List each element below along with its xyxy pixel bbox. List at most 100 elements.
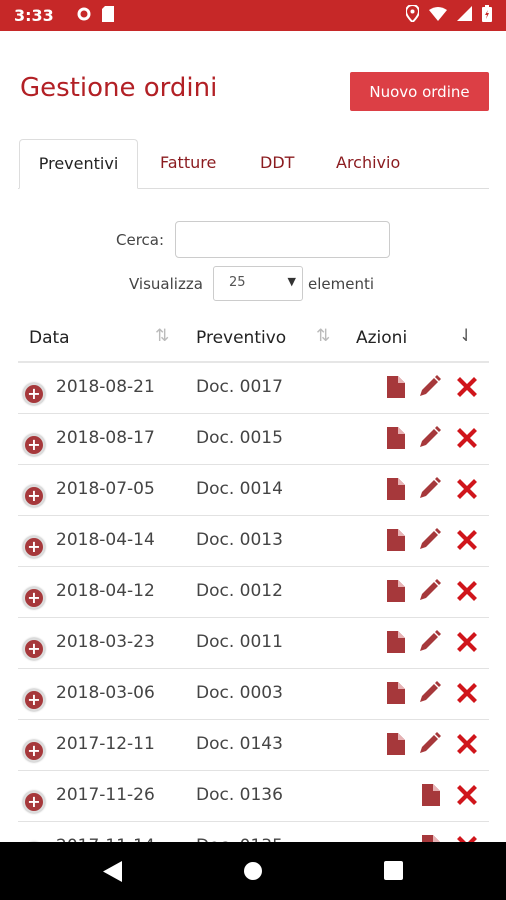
expand-row-icon[interactable]: +: [23, 638, 45, 660]
new-order-button[interactable]: Nuovo ordine: [350, 72, 489, 111]
status-bar: 3:33: [0, 0, 506, 31]
page-size-row: Visualizza 25 ▼ elementi: [0, 266, 506, 306]
dropdown-arrow-icon: ▼: [287, 275, 296, 288]
row-document: Doc. 0013: [196, 530, 283, 550]
search-label: Cerca:: [116, 231, 165, 249]
table-row: +2017-12-11 Doc. 0143: [18, 720, 489, 771]
table-row: +2018-03-23 Doc. 0011: [18, 618, 489, 669]
edit-icon[interactable]: [419, 578, 442, 605]
row-document: Doc. 0017: [196, 377, 283, 397]
table-row: +2018-04-12 Doc. 0012: [18, 567, 489, 618]
search-row: Cerca:: [0, 221, 506, 261]
page-size-select[interactable]: 25 ▼: [213, 266, 303, 301]
table-row: +2018-04-14 Doc. 0013: [18, 516, 489, 567]
table-row: +2018-03-06 Doc. 0003: [18, 669, 489, 720]
table-row: +2018-08-21 Doc. 0017: [18, 363, 489, 414]
document-icon[interactable]: [387, 580, 405, 606]
status-time: 3:33: [14, 6, 54, 25]
settings-icon: [76, 6, 92, 26]
tab-archivio[interactable]: Archivio: [336, 139, 400, 189]
app-content: Gestione ordini Nuovo ordine Preventivi …: [0, 31, 506, 842]
delete-icon[interactable]: [457, 530, 477, 554]
tab-ddt[interactable]: DDT: [260, 139, 294, 189]
page-size-label: Visualizza: [129, 275, 203, 293]
edit-icon[interactable]: [419, 731, 442, 758]
row-document: Doc. 0143: [196, 734, 283, 754]
document-icon[interactable]: [387, 376, 405, 402]
table-row: +2018-07-05 Doc. 0014: [18, 465, 489, 516]
expand-row-icon[interactable]: +: [23, 434, 45, 456]
row-document: Doc. 0014: [196, 479, 283, 499]
delete-icon[interactable]: [457, 479, 477, 503]
location-icon: [404, 3, 421, 26]
row-document: Doc. 0011: [196, 632, 283, 652]
tab-fatture[interactable]: Fatture: [160, 139, 216, 189]
back-icon[interactable]: [103, 861, 123, 886]
expand-row-icon[interactable]: +: [23, 485, 45, 507]
document-icon[interactable]: [387, 478, 405, 504]
table-header: Data ⇅ Preventivo ⇅ Azioni ⇃: [18, 316, 489, 363]
table-row: +2017-11-26 Doc. 0136: [18, 771, 489, 822]
edit-icon[interactable]: [419, 374, 442, 401]
delete-icon[interactable]: [457, 734, 477, 758]
expand-row-icon[interactable]: +: [23, 689, 45, 711]
column-header-quote[interactable]: Preventivo: [196, 328, 286, 348]
row-document: Doc. 0015: [196, 428, 283, 448]
wifi-icon: [429, 6, 447, 25]
tab-preventivi[interactable]: Preventivi: [19, 139, 138, 189]
phone-screen: 3:33 Gestione ordini Nuovo ordine Preven…: [0, 0, 506, 900]
delete-icon[interactable]: [457, 581, 477, 605]
row-document: Doc. 0012: [196, 581, 283, 601]
expand-row-icon[interactable]: +: [23, 587, 45, 609]
expand-row-icon[interactable]: +: [23, 791, 45, 813]
sort-desc-icon[interactable]: ⇃: [459, 326, 473, 346]
signal-icon: [457, 6, 472, 25]
document-icon[interactable]: [387, 682, 405, 708]
row-document: Doc. 0003: [196, 683, 283, 703]
document-icon[interactable]: [387, 631, 405, 657]
row-date: 2018-08-21: [56, 377, 155, 397]
tab-bar: Preventivi Fatture DDT Archivio: [18, 139, 489, 189]
delete-icon[interactable]: [457, 632, 477, 656]
delete-icon[interactable]: [457, 428, 477, 452]
search-input[interactable]: [175, 221, 390, 258]
delete-icon[interactable]: [457, 683, 477, 707]
edit-icon[interactable]: [419, 680, 442, 707]
edit-icon[interactable]: [419, 629, 442, 656]
row-date: 2018-03-23: [56, 632, 155, 652]
page-size-suffix: elementi: [308, 275, 375, 293]
page-title: Gestione ordini: [20, 73, 218, 103]
document-icon[interactable]: [422, 784, 440, 810]
row-date: 2017-12-11: [56, 734, 155, 754]
delete-icon[interactable]: [457, 785, 477, 809]
row-date: 2018-07-05: [56, 479, 155, 499]
recent-apps-icon[interactable]: [384, 861, 403, 884]
battery-icon: [482, 5, 492, 26]
expand-row-icon[interactable]: +: [23, 740, 45, 762]
table-row: +2018-08-17 Doc. 0015: [18, 414, 489, 465]
page-size-value: 25: [229, 275, 246, 290]
edit-icon[interactable]: [419, 425, 442, 452]
document-icon[interactable]: [422, 835, 440, 842]
sort-icon[interactable]: ⇅: [316, 326, 330, 346]
edit-icon[interactable]: [419, 476, 442, 503]
sort-icon[interactable]: ⇅: [155, 326, 169, 346]
navigation-bar: [0, 842, 506, 900]
column-header-actions[interactable]: Azioni: [356, 328, 407, 348]
row-date: 2018-03-06: [56, 683, 155, 703]
row-date: 2018-04-12: [56, 581, 155, 601]
column-header-date[interactable]: Data: [29, 328, 70, 348]
delete-icon[interactable]: [457, 377, 477, 401]
document-icon[interactable]: [387, 733, 405, 759]
edit-icon[interactable]: [419, 527, 442, 554]
sd-card-icon: [101, 5, 114, 26]
document-icon[interactable]: [387, 427, 405, 453]
home-icon[interactable]: [243, 861, 263, 885]
expand-row-icon[interactable]: +: [23, 383, 45, 405]
table-row: +2017-11-14Doc. 0135: [18, 822, 489, 842]
row-date: 2018-08-17: [56, 428, 155, 448]
row-document: Doc. 0136: [196, 785, 283, 805]
expand-row-icon[interactable]: +: [23, 536, 45, 558]
document-icon[interactable]: [387, 529, 405, 555]
row-date: 2017-11-26: [56, 785, 155, 805]
